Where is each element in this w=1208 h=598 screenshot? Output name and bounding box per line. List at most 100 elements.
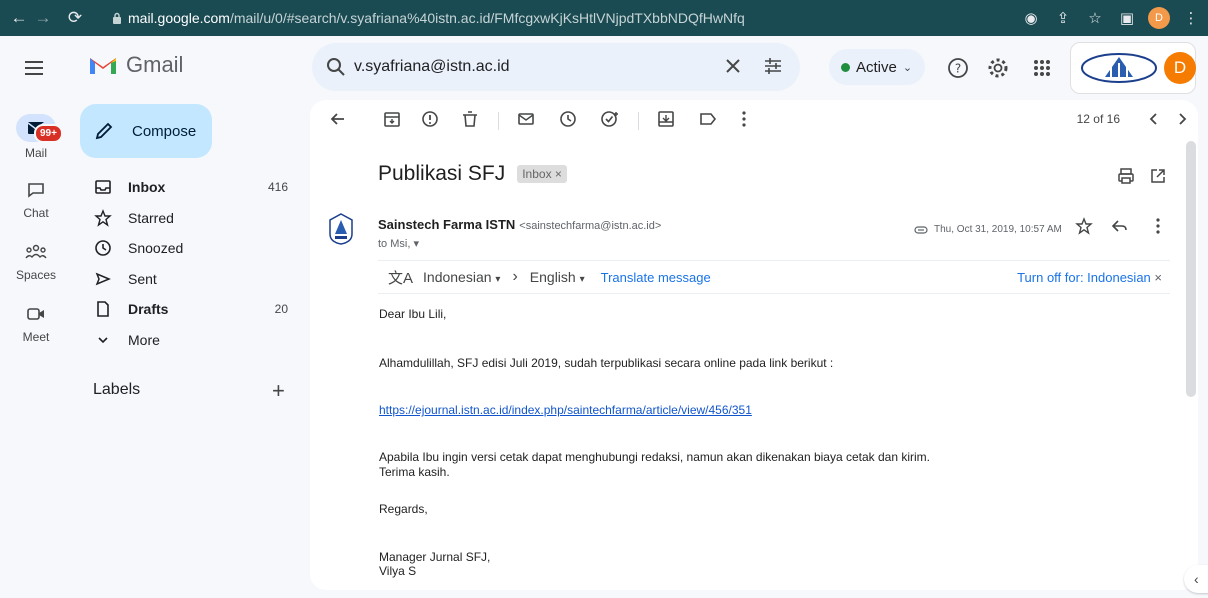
sidebar-item-sent[interactable]: Sent (72, 264, 304, 295)
add-task-icon[interactable] (600, 109, 620, 129)
browser-profile-avatar[interactable]: D (1148, 7, 1170, 29)
sidebar-item-label: Snoozed (128, 240, 184, 257)
report-spam-icon[interactable] (420, 109, 440, 129)
status-label: Active (856, 58, 897, 76)
close-icon[interactable]: × (1154, 270, 1162, 285)
email-toolbar: 12 of 16 (310, 100, 1198, 140)
url-path: /mail/u/0/#search/v.syafriana%40istn.ac.… (229, 10, 745, 26)
caret-down-icon: ▾ (413, 238, 419, 250)
translate-message-link[interactable]: Translate message (601, 270, 711, 285)
message-more-icon[interactable] (1148, 216, 1168, 236)
search-icon[interactable] (326, 57, 346, 77)
email-date: Thu, Oct 31, 2019, 10:57 AM (934, 224, 1062, 235)
share-icon[interactable]: ⇪ (1052, 4, 1074, 32)
rail-chat[interactable]: Chat (0, 178, 72, 220)
sidebar-item-label: Starred (128, 209, 174, 226)
older-chevron-right-icon[interactable] (1172, 109, 1192, 129)
sidebar-item-label: Drafts (128, 301, 169, 318)
account-switcher[interactable]: D (1070, 42, 1196, 94)
sidebar-item-drafts[interactable]: Drafts 20 (72, 294, 304, 325)
label-chip[interactable]: Inbox × (517, 165, 567, 183)
email-body-line: Alhamdulillah, SFJ edisi Juli 2019, suda… (379, 356, 834, 370)
turn-off-text: Turn off for: Indonesian (1017, 269, 1151, 285)
search-bar[interactable] (312, 43, 800, 91)
sidebar-item-more[interactable]: More (72, 325, 304, 356)
article-link[interactable]: https://ejournal.istn.ac.id/index.php/sa… (379, 403, 752, 417)
send-icon (94, 270, 112, 288)
search-input[interactable] (354, 58, 704, 76)
status-dropdown[interactable]: Active ⌄ (829, 49, 925, 85)
source-language-select[interactable]: Indonesian ▾ (423, 269, 500, 285)
browser-toolbar: ← → ⟳ mail.google.com /mail/u/0/#search/… (0, 0, 1208, 36)
search-options-icon[interactable] (762, 55, 784, 77)
app-name: Gmail (126, 52, 184, 77)
source-language: Indonesian (423, 269, 492, 285)
sidebar-item-snoozed[interactable]: Snoozed (72, 233, 304, 264)
recipients-toggle[interactable]: to Msi, ▾ (378, 237, 419, 250)
help-icon[interactable]: ? (946, 56, 970, 80)
labels-heading: Labels (93, 381, 141, 398)
email-body-greeting: Dear Ibu Lili, (379, 307, 447, 321)
turn-off-translation[interactable]: Turn off for: Indonesian × (1017, 270, 1162, 285)
rail-mail[interactable]: 99+ Mail (0, 114, 72, 160)
move-to-icon[interactable] (656, 109, 676, 129)
reload-icon[interactable]: ⟳ (62, 5, 88, 31)
email-signature-line: Manager Jurnal SFJ, (379, 550, 491, 564)
sender-name[interactable]: Sainstech Farma ISTN (378, 217, 515, 232)
mark-unread-icon[interactable] (516, 109, 536, 129)
inbox-count: 416 (267, 180, 288, 195)
sidebar-item-inbox[interactable]: Inbox 416 (72, 172, 304, 203)
sender-logo (328, 212, 354, 246)
email-body-line: Apabila Ibu ingin versi cetak dapat meng… (379, 450, 931, 464)
side-panel-toggle-chevron-icon[interactable]: ‹ (1184, 565, 1208, 593)
eye-icon[interactable]: ◉ (1020, 4, 1042, 32)
toolbar-divider (498, 112, 499, 130)
star-message-icon[interactable] (1074, 216, 1094, 236)
back-to-list-icon[interactable] (328, 109, 348, 129)
open-new-window-icon[interactable] (1148, 166, 1168, 186)
clear-search-icon[interactable] (722, 55, 744, 77)
rail-spaces[interactable]: Spaces (0, 240, 72, 282)
delete-trash-icon[interactable] (460, 109, 480, 129)
app-header: Gmail Active ⌄ ? D (0, 36, 1208, 100)
add-label-icon[interactable]: + (272, 378, 285, 404)
email-view: 12 of 16 Publikasi SFJ Inbox × Sainstech… (310, 100, 1198, 590)
sidebar-item-label: More (128, 331, 160, 348)
sidebar-item-starred[interactable]: Starred (72, 203, 304, 234)
scrollbar-thumb[interactable] (1186, 141, 1196, 397)
svg-text:?: ? (955, 62, 961, 76)
rail-meet[interactable]: Meet (0, 302, 72, 344)
newer-chevron-left-icon[interactable] (1144, 109, 1164, 129)
gmail-logo[interactable]: Gmail (88, 52, 183, 78)
mail-folders: Inbox 416 Starred Snoozed Sent Drafts 20… (72, 172, 304, 355)
print-icon[interactable] (1116, 166, 1136, 186)
forward-arrow-icon[interactable]: → (30, 5, 56, 31)
star-icon (94, 208, 112, 227)
email-date-row: Thu, Oct 31, 2019, 10:57 AM (914, 224, 1062, 235)
account-avatar[interactable]: D (1164, 52, 1196, 84)
more-actions-icon[interactable] (734, 109, 754, 129)
settings-gear-icon[interactable] (986, 56, 1010, 80)
target-language-select[interactable]: English ▾ (530, 269, 585, 285)
back-arrow-icon[interactable]: ← (6, 5, 32, 31)
clock-icon (94, 239, 112, 257)
label-chip-text: Inbox (522, 167, 552, 181)
caret-down-icon: ▾ (579, 274, 585, 285)
sidebar-item-label: Sent (128, 270, 157, 287)
address-bar[interactable]: mail.google.com /mail/u/0/#search/v.syaf… (104, 4, 1018, 32)
remove-label-icon[interactable]: × (555, 167, 562, 181)
main-menu-icon[interactable] (22, 56, 46, 80)
apps-grid-icon[interactable] (1030, 56, 1054, 80)
browser-menu-icon[interactable]: ⋮ (1180, 4, 1202, 32)
translate-bar: 文A Indonesian ▾ › English ▾ Translate me… (378, 260, 1170, 294)
reply-icon[interactable] (1110, 216, 1130, 236)
email-subject: Publikasi SFJ (378, 162, 506, 185)
drafts-count: 20 (274, 302, 288, 317)
bookmark-star-icon[interactable]: ☆ (1084, 4, 1106, 32)
target-language: English (529, 269, 576, 285)
compose-button[interactable]: Compose (80, 104, 212, 158)
sidepanel-icon[interactable]: ▣ (1116, 4, 1138, 32)
snooze-clock-icon[interactable] (558, 109, 578, 129)
archive-icon[interactable] (382, 109, 402, 129)
label-tag-icon[interactable] (698, 109, 718, 129)
